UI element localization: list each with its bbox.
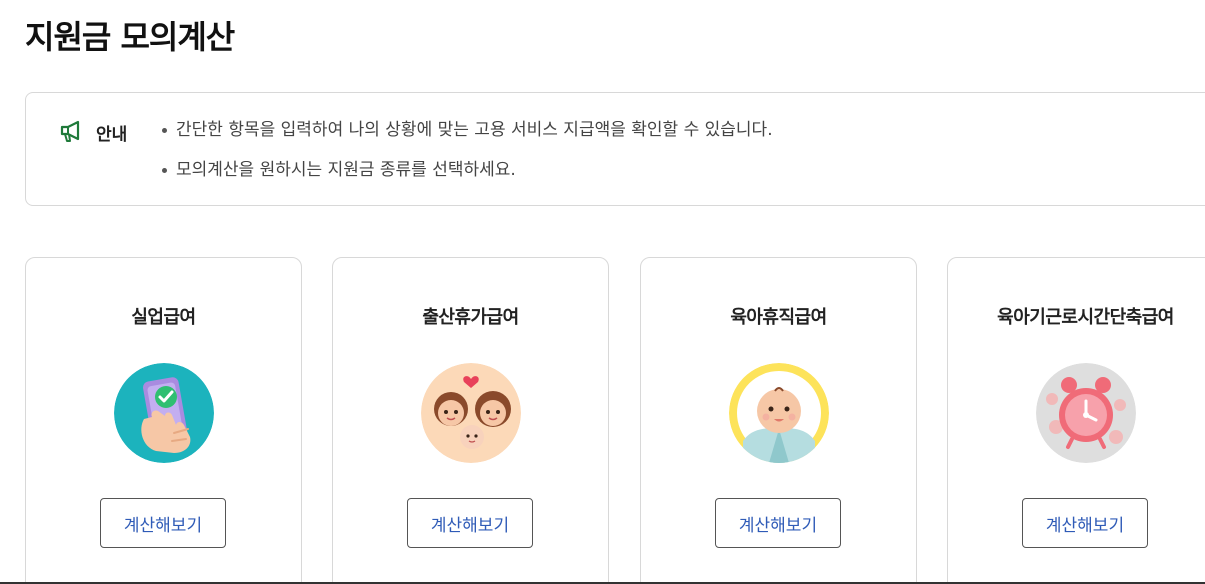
calculate-button[interactable]: 계산해보기 [407, 498, 533, 548]
calculate-button[interactable]: 계산해보기 [715, 498, 841, 548]
card-title: 출산휴가급여 [422, 307, 519, 328]
card-maternity-leave-benefit: 출산휴가급여 계산해보기 [332, 257, 609, 584]
baby-icon [729, 363, 829, 463]
card-title: 육아휴직급여 [730, 307, 827, 328]
notice-item: 모의계산을 원하시는 지원금 종류를 선택하세요. [160, 158, 773, 198]
megaphone-icon [59, 118, 85, 144]
notice-box: 안내 간단한 항목을 입력하여 나의 상황에 맞는 고용 서비스 지급액을 확인… [25, 92, 1205, 206]
card-title: 육아기근로시간단축급여 [997, 307, 1174, 328]
alarm-clock-icon [1036, 363, 1136, 463]
notice-item: 간단한 항목을 입력하여 나의 상황에 맞는 고용 서비스 지급액을 확인할 수… [160, 118, 773, 158]
card-unemployment-benefit: 실업급여 계산해보기 [25, 257, 302, 584]
notice-label: 안내 [96, 125, 128, 145]
notice-list: 간단한 항목을 입력하여 나의 상황에 맞는 고용 서비스 지급액을 확인할 수… [160, 118, 773, 198]
calculate-button[interactable]: 계산해보기 [1022, 498, 1148, 548]
smartphone-check-icon [114, 363, 214, 463]
page-title: 지원금 모의계산 [25, 18, 235, 56]
card-title: 실업급여 [131, 307, 196, 328]
family-icon [421, 363, 521, 463]
card-reduced-working-hours-benefit: 육아기근로시간단축급여 계산해보기 [947, 257, 1205, 584]
calculate-button[interactable]: 계산해보기 [100, 498, 226, 548]
page: 지원금 모의계산 안내 간단한 항목을 입력하여 나의 상황에 맞는 고용 서비… [0, 0, 1205, 584]
card-parental-leave-benefit: 육아휴직급여 계산해보기 [640, 257, 917, 584]
